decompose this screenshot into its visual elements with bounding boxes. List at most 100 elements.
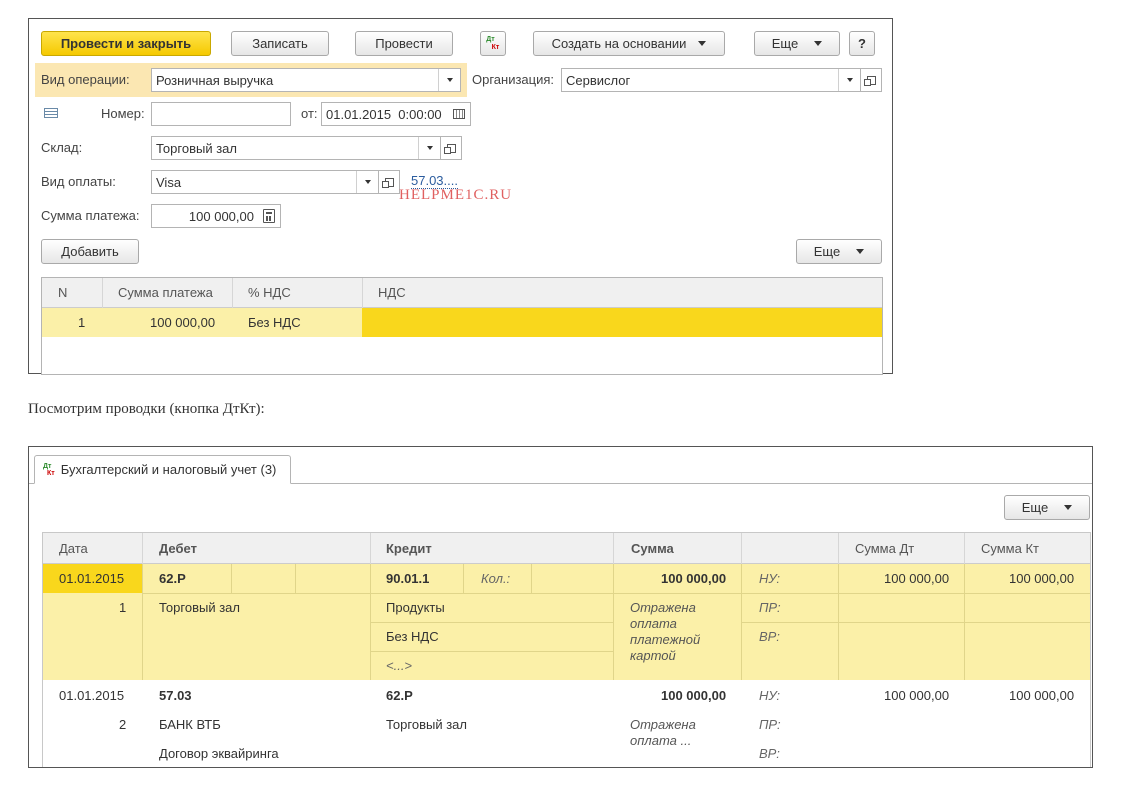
nu-label: НУ: [759,688,781,703]
dropdown-icon[interactable] [438,69,460,91]
sum-kt: 100 000,00 [1009,571,1075,586]
watermark: HELPME1C.RU [399,187,513,203]
payment-type-value: Visa [156,174,182,190]
postings-table: Дата Дебет Кредит Сумма Сумма Дт Сумма К… [42,532,1091,767]
org-field[interactable]: Сервислог [561,68,861,92]
post-and-close-button[interactable]: Провести и закрыть [41,31,211,56]
col-header-credit[interactable]: Кредит [386,541,432,556]
col-header-sum-kt[interactable]: Сумма Кт [981,541,1039,556]
col-header-n[interactable]: N [58,285,67,300]
caption-text: Посмотрим проводки (кнопка ДтКт): [28,401,265,417]
chevron-down-icon [698,41,707,46]
open-icon [443,143,456,154]
sum-dt: 100 000,00 [884,688,950,703]
tab-label: Бухгалтерский и налоговый учет (3) [60,462,277,477]
calculator-icon[interactable] [258,205,280,227]
dtkt-icon: Дт Кт [43,463,55,477]
credit-qty-label: Кол.: [481,571,511,586]
org-value: Сервислог [566,72,631,88]
row-vat-rate: Без НДС [248,315,301,330]
tab-accounting[interactable]: Дт Кт Бухгалтерский и налоговый учет (3) [34,455,291,484]
table-row[interactable]: 1 100 000,00 Без НДС [42,308,882,337]
create-based-on-button[interactable]: Создать на основании [533,31,725,56]
warehouse-field[interactable]: Торговый зал [151,136,441,160]
posting-sum: 100 000,00 [661,571,727,586]
add-button[interactable]: Добавить [41,239,139,264]
vr-label: ВР: [759,746,780,761]
document-icon [44,108,58,118]
debit-account: 57.03 [159,688,192,703]
sum-kt: 100 000,00 [1009,688,1075,703]
posting-date: 01.01.2015 [59,571,125,586]
postings-panel: Дт Кт Бухгалтерский и налоговый учет (3)… [28,446,1093,768]
pr-label: ПР: [759,717,781,732]
amount-field[interactable]: 100 000,00 [151,204,281,228]
kt-label: Кт [491,43,500,51]
postings-more-button[interactable]: Еще [1004,495,1090,520]
dropdown-icon[interactable] [418,137,440,159]
nu-label: НУ: [759,571,781,586]
amount-label: Сумма платежа: [41,208,140,223]
posting-date: 01.01.2015 [59,688,125,703]
org-label: Организация: [472,72,555,87]
col-header-date[interactable]: Дата [59,541,88,556]
dt-label: Дт [43,462,52,470]
more-label: Еще [771,36,799,51]
payment-type-field[interactable]: Visa [151,170,379,194]
kt-label: Кт [47,469,55,477]
posting-row-2[interactable]: 01.01.2015 2 57.03 БАНК ВТБ Договор эква… [43,680,1090,767]
credit-account: 90.01.1 [386,571,430,586]
credit-subconto-2: Без НДС [386,629,439,644]
document-form: Провести и закрыть Записать Провести Дт … [28,18,893,375]
postings-header [43,533,1090,564]
col-header-vat[interactable]: НДС [378,285,406,300]
dtkt-button[interactable]: Дт Кт [480,31,506,56]
col-header-sum[interactable]: Сумма платежа [118,285,213,300]
col-header-vat-rate[interactable]: % НДС [248,285,291,300]
warehouse-label: Склад: [41,140,83,155]
more-button[interactable]: Еще [754,31,840,56]
date-value: 01.01.2015 0:00:00 [326,106,442,122]
credit-subconto-1: Торговый зал [386,717,467,732]
debit-subconto-1: БАНК ВТБ [159,717,221,732]
credit-account: 62.Р [386,688,413,703]
more-label: Еще [813,244,841,259]
posting-number: 1 [119,600,127,615]
col-header-sum[interactable]: Сумма [631,541,674,556]
create-based-on-label: Создать на основании [551,36,687,51]
posting-number: 2 [119,717,127,732]
payments-table: N Сумма платежа % НДС НДС 1 100 000,00 Б… [41,277,883,375]
credit-subconto-1: Продукты [386,600,445,615]
help-button[interactable]: ? [849,31,875,56]
chevron-down-icon [814,41,823,46]
debit-subconto: Торговый зал [159,600,240,615]
post-button[interactable]: Провести [355,31,453,56]
posting-sum: 100 000,00 [661,688,727,703]
date-label: от: [301,106,318,121]
dt-label: Дт [486,35,495,43]
pr-label: ПР: [759,600,781,615]
col-header-debit[interactable]: Дебет [159,541,197,556]
payment-type-open-button[interactable] [378,170,400,194]
warehouse-open-button[interactable] [440,136,462,160]
dropdown-icon[interactable] [356,171,378,193]
org-open-button[interactable] [860,68,882,92]
row-n: 1 [78,315,86,330]
save-button[interactable]: Записать [231,31,329,56]
credit-subconto-3: <...> [386,658,413,673]
op-type-field[interactable]: Розничная выручка [151,68,461,92]
date-field[interactable]: 01.01.2015 0:00:00 [321,102,471,126]
chevron-down-icon [1064,505,1073,510]
col-header-sum-dt[interactable]: Сумма Дт [855,541,914,556]
calendar-icon[interactable] [448,103,470,125]
number-field[interactable] [151,102,291,126]
debit-account: 62.Р [159,571,186,586]
posting-row-1[interactable]: 01.01.2015 1 62.Р Торговый зал 90.01.1 К… [43,564,1090,680]
posting-content: Отражена оплата ... [630,717,696,748]
open-icon [381,177,394,188]
warehouse-value: Торговый зал [156,140,237,156]
dropdown-icon[interactable] [838,69,860,91]
table-more-button[interactable]: Еще [796,239,882,264]
number-label: Номер: [101,106,145,121]
amount-value: 100 000,00 [188,208,254,224]
